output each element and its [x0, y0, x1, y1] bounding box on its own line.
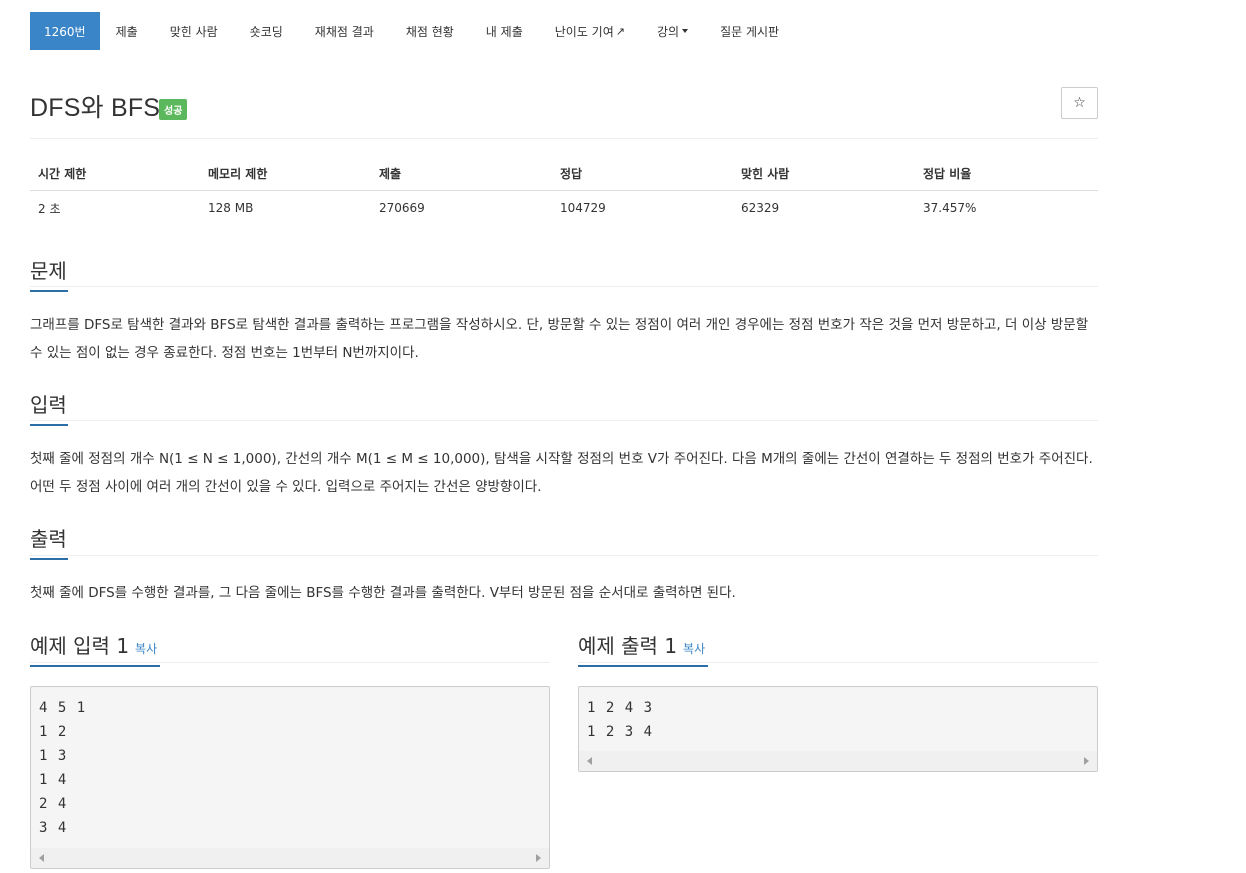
nav-label: 제출 — [115, 24, 138, 39]
nav-rejudge-result[interactable]: 재채점 결과 — [299, 12, 390, 50]
nav-short-coding[interactable]: 숏코딩 — [234, 12, 299, 50]
header-accept-rate: 정답 비율 — [923, 167, 972, 181]
nav-question-board[interactable]: 질문 게시판 — [704, 12, 795, 50]
nav-submit[interactable]: 제출 — [100, 12, 154, 50]
sample-heading-text: 예제 출력 1 — [578, 634, 678, 658]
external-link-icon: ↗ — [615, 24, 625, 38]
sample-output-lines: 1 2 4 3 1 2 3 4 — [579, 687, 1097, 744]
scroll-left-icon[interactable] — [39, 854, 44, 862]
header-memory-limit: 메모리 제한 — [208, 167, 268, 181]
sample-input-heading: 예제 입력 1 복사 — [30, 630, 160, 667]
problem-title: DFS와 BFS — [30, 94, 161, 122]
nav-label: 질문 게시판 — [720, 24, 780, 39]
table-header-row: 시간 제한 메모리 제한 제출 정답 맞힌 사람 정답 비율 — [30, 157, 1098, 191]
star-button[interactable]: ☆ — [1061, 87, 1098, 119]
nav-difficulty-contribution[interactable]: 난이도 기여 ↗ — [539, 12, 641, 50]
nav-status[interactable]: 채점 현황 — [390, 12, 470, 50]
star-icon: ☆ — [1073, 95, 1086, 111]
sample-line: 4 5 1 — [39, 700, 87, 716]
nav-lectures-dropdown[interactable]: 강의 — [641, 12, 704, 50]
sample-output-heading: 예제 출력 1 복사 — [578, 630, 708, 667]
scroll-right-icon[interactable] — [536, 854, 541, 862]
heading-underline — [30, 424, 68, 426]
sample-line: 1 4 — [39, 772, 68, 788]
nav-label: 강의 — [656, 24, 680, 39]
caret-down-icon — [682, 29, 689, 33]
nav-solved-users[interactable]: 맞힌 사람 — [154, 12, 234, 50]
heading-underline — [30, 290, 68, 292]
status-badge: 성공 — [159, 99, 188, 120]
nav-label: 내 제출 — [485, 24, 523, 39]
section-divider — [30, 555, 1098, 556]
sample-line: 2 4 — [39, 796, 68, 812]
scroll-right-icon[interactable] — [1084, 757, 1089, 765]
title-divider — [30, 138, 1098, 139]
section-heading-text: 문제 — [30, 259, 67, 283]
output-description: 첫째 줄에 DFS를 수행한 결과를, 그 다음 줄에는 BFS를 수행한 결과… — [30, 585, 736, 601]
problem-nav: 1260번 제출 맞힌 사람 숏코딩 재채점 결과 채점 현황 내 제출 난이도… — [30, 12, 795, 50]
section-heading-input: 입력 — [30, 389, 68, 426]
heading-underline — [578, 665, 708, 667]
value-submissions: 270669 — [379, 201, 425, 215]
sample-line: 1 2 3 4 — [587, 724, 654, 740]
section-divider — [30, 420, 1098, 421]
nav-label: 숏코딩 — [249, 24, 283, 39]
nav-label: 맞힌 사람 — [169, 24, 218, 39]
value-time-limit: 2 초 — [38, 201, 61, 216]
sample-line: 1 2 4 3 — [587, 700, 654, 716]
header-submissions: 제출 — [379, 167, 402, 181]
value-solved-users: 62329 — [741, 201, 780, 215]
section-heading-problem: 문제 — [30, 255, 68, 292]
sample-line: 1 3 — [39, 748, 68, 764]
section-divider — [578, 662, 1098, 663]
nav-label: 재채점 결과 — [314, 24, 374, 39]
section-heading-output: 출력 — [30, 523, 68, 560]
nav-label: 1260번 — [44, 24, 86, 39]
header-solved-users: 맞힌 사람 — [741, 167, 790, 181]
heading-underline — [30, 558, 68, 560]
nav-label: 난이도 기여 — [554, 24, 614, 39]
horizontal-scrollbar[interactable] — [579, 751, 1097, 771]
header-time-limit: 시간 제한 — [38, 167, 87, 181]
value-accept-rate: 37.457% — [923, 201, 977, 215]
section-divider — [30, 662, 550, 663]
horizontal-scrollbar[interactable] — [31, 848, 549, 868]
sample-input-box[interactable]: 4 5 1 1 2 1 3 1 4 2 4 3 4 — [30, 686, 550, 869]
value-accepted: 104729 — [560, 201, 606, 215]
copy-sample-input-button[interactable]: 복사 — [135, 642, 157, 656]
input-description: 첫째 줄에 정점의 개수 N(1 ≤ N ≤ 1,000), 간선의 개수 M(… — [30, 451, 1093, 495]
sample-input-lines: 4 5 1 1 2 1 3 1 4 2 4 3 4 — [31, 687, 549, 840]
sample-line: 3 4 — [39, 820, 68, 836]
section-heading-text: 출력 — [30, 527, 67, 551]
section-heading-text: 입력 — [30, 393, 67, 417]
sample-line: 1 2 — [39, 724, 68, 740]
nav-label: 채점 현황 — [405, 24, 454, 39]
problem-description: 그래프를 DFS로 탐색한 결과와 BFS로 탐색한 결과를 출력하는 프로그램… — [30, 317, 1089, 361]
header-accepted: 정답 — [560, 167, 583, 181]
table-row: 2 초 128 MB 270669 104729 62329 37.457% — [30, 191, 1098, 225]
sample-heading-text: 예제 입력 1 — [30, 634, 130, 658]
value-memory-limit: 128 MB — [208, 201, 254, 215]
nav-my-submissions[interactable]: 내 제출 — [470, 12, 539, 50]
sample-output-box[interactable]: 1 2 4 3 1 2 3 4 — [578, 686, 1098, 772]
scroll-left-icon[interactable] — [587, 757, 592, 765]
title-row: DFS와 BFS 성공 ☆ — [30, 87, 1098, 128]
heading-underline — [30, 665, 160, 667]
problem-info-table: 시간 제한 메모리 제한 제출 정답 맞힌 사람 정답 비율 2 초 128 M… — [30, 157, 1098, 225]
section-divider — [30, 286, 1098, 287]
nav-problem-number[interactable]: 1260번 — [30, 12, 100, 50]
copy-sample-output-button[interactable]: 복사 — [683, 642, 705, 656]
